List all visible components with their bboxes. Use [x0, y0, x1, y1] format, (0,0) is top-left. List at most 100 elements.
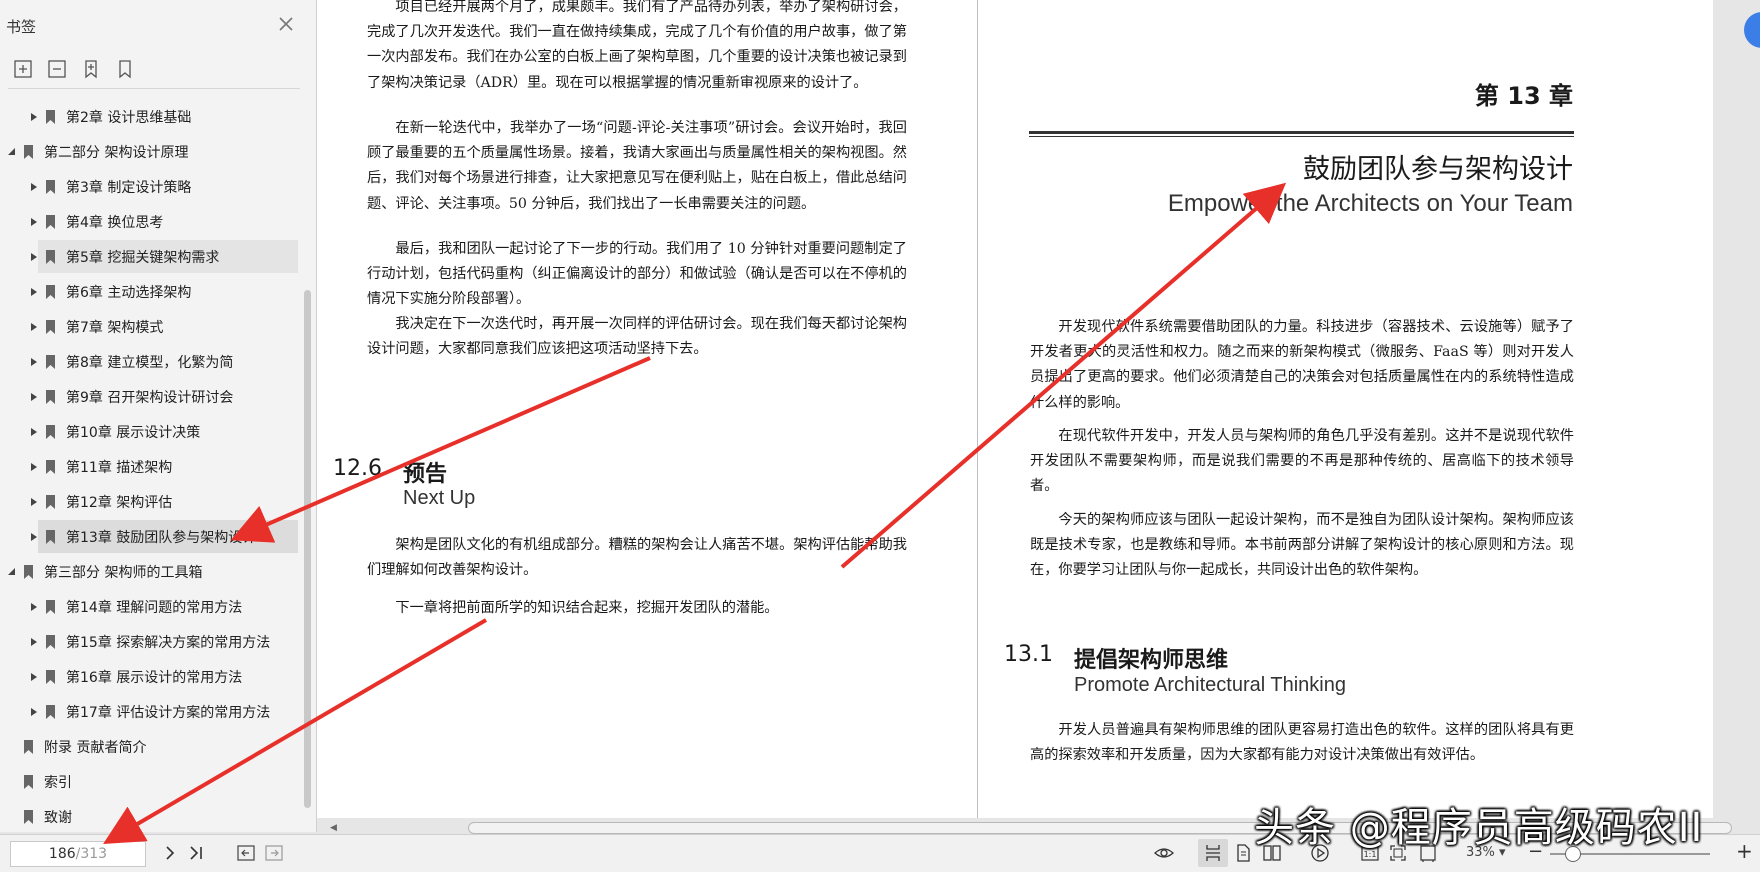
paragraph: 在新一轮迭代中，我举办了一场“问题-评论-关注事项”研讨会。会议开始时，我回顾了… — [367, 120, 907, 212]
collapsed-triangle-icon[interactable] — [28, 321, 40, 333]
collapsed-triangle-icon[interactable] — [28, 286, 40, 298]
bookmark-icon — [24, 564, 33, 579]
bookmark-item[interactable]: 第3章 制定设计策略 — [0, 169, 300, 204]
bookmark-item-label: 第17章 评估设计方案的常用方法 — [66, 704, 271, 721]
chapter-title: 鼓励团队参与架构设计 — [1303, 154, 1573, 185]
bookmark-icon — [46, 634, 55, 649]
divider — [8, 88, 300, 89]
collapsed-triangle-icon[interactable] — [28, 356, 40, 368]
scroll-left-icon[interactable]: ◀ — [330, 823, 337, 833]
bookmark-icon — [46, 109, 55, 124]
bookmark-item-label: 第5章 挖掘关键架构需求 — [66, 249, 220, 266]
bookmark-item-label: 致谢 — [44, 809, 72, 826]
collapsed-triangle-icon[interactable] — [28, 706, 40, 718]
bookmark-item[interactable]: 索引 — [0, 764, 300, 799]
collapsed-triangle-icon[interactable] — [28, 181, 40, 193]
eye-icon[interactable] — [1154, 843, 1174, 863]
add-bookmark-icon[interactable] — [80, 58, 102, 80]
collapsed-triangle-icon[interactable] — [28, 601, 40, 613]
bookmark-item-label: 附录 贡献者简介 — [44, 739, 147, 756]
bookmark-item-label: 第三部分 架构师的工具箱 — [44, 564, 203, 581]
bookmark-item-label: 索引 — [44, 774, 72, 791]
bookmark-item-label: 第6章 主动选择架构 — [66, 284, 192, 301]
bookmark-icon — [24, 739, 33, 754]
bookmark-item[interactable]: 第6章 主动选择架构 — [0, 274, 300, 309]
bookmark-item-label: 第13章 鼓励团队参与架构设计 — [66, 529, 257, 546]
bookmark-icon — [46, 354, 55, 369]
bookmark-item-label: 第4章 换位思考 — [66, 214, 164, 231]
bookmark-item[interactable]: 第三部分 架构师的工具箱 — [0, 554, 300, 589]
forward-icon[interactable] — [264, 843, 284, 863]
paragraph: 开发人员普遍具有架构师思维的团队更容易打造出色的软件。这样的团队将具有更高的探索… — [1030, 722, 1574, 764]
bookmark-item[interactable]: 第5章 挖掘关键架构需求 — [0, 239, 300, 274]
bookmark-panel-title: 书签 — [6, 18, 37, 36]
bookmark-icon — [46, 389, 55, 404]
collapsed-triangle-icon[interactable] — [28, 496, 40, 508]
bookmark-item-label: 第8章 建立模型，化繁为简 — [66, 354, 234, 371]
collapsed-triangle-icon[interactable] — [28, 461, 40, 473]
bookmark-toolbar — [12, 58, 136, 84]
bookmark-icon — [46, 319, 55, 334]
total-pages: /313 — [75, 846, 108, 862]
bookmark-item[interactable]: 第14章 理解问题的常用方法 — [0, 589, 300, 624]
bookmark-icon — [46, 284, 55, 299]
bookmark-list: 第2章 设计思维基础 第二部分 架构设计原理第3章 制定设计策略 第4章 换位思考第… — [0, 99, 300, 834]
bookmark-panel-header: 书签 — [0, 0, 316, 52]
bookmark-item-label: 第3章 制定设计策略 — [66, 179, 192, 196]
bookmark-item[interactable]: 第10章 展示设计决策 — [0, 414, 300, 449]
collapsed-triangle-icon[interactable] — [28, 636, 40, 648]
back-icon[interactable] — [236, 843, 256, 863]
bookmark-item[interactable]: 第9章 召开架构设计研讨会 — [0, 379, 300, 414]
bookmark-item[interactable]: 第13章 鼓励团队参与架构设计 — [0, 519, 300, 554]
document-view: 项目已经开展两个月了，成果颇丰。我们有了产品待办列表，举办了架构研讨会，完成了几… — [317, 0, 1760, 818]
bookmark-icon — [46, 529, 55, 544]
paragraph: 架构是团队文化的有机组成部分。糟糕的架构会让人痛苦不堪。架构评估能帮助我们理解如… — [367, 537, 907, 579]
bookmark-item[interactable]: 第15章 探索解决方案的常用方法 — [0, 624, 300, 659]
page-number-input[interactable]: 186/313 — [10, 841, 146, 867]
expanded-triangle-icon[interactable] — [6, 566, 18, 578]
section-title: 预告 — [403, 462, 448, 487]
bookmark-icon — [46, 669, 55, 684]
paragraph: 我决定在下一次迭代时，再开展一次同样的评估研讨会。现在我们每天都讨论架构设计问题… — [367, 316, 907, 358]
bookmark-item[interactable]: 第7章 架构模式 — [0, 309, 300, 344]
bookmark-item-label: 第14章 理解问题的常用方法 — [66, 599, 243, 616]
expand-all-icon[interactable] — [12, 58, 34, 80]
collapsed-triangle-icon[interactable] — [28, 391, 40, 403]
single-page-icon[interactable] — [1233, 843, 1253, 863]
bookmark-icon — [46, 179, 55, 194]
spacer-icon — [6, 741, 18, 753]
collapsed-triangle-icon[interactable] — [28, 216, 40, 228]
bookmark-item[interactable]: 第12章 架构评估 — [0, 484, 300, 519]
bookmark-item[interactable]: 第二部分 架构设计原理 — [0, 134, 300, 169]
continuous-view-icon[interactable] — [1203, 843, 1223, 863]
section-title-english: Next Up — [403, 487, 476, 509]
collapsed-triangle-icon[interactable] — [28, 531, 40, 543]
bookmark-icon — [46, 494, 55, 509]
collapsed-triangle-icon[interactable] — [28, 671, 40, 683]
bookmark-item[interactable]: 第8章 建立模型，化繁为简 — [0, 344, 300, 379]
paragraph: 在现代软件开发中，开发人员与架构师的角色几乎没有差别。这并不是说现代软件开发团队… — [1030, 428, 1574, 495]
collapsed-triangle-icon[interactable] — [28, 426, 40, 438]
bookmark-item[interactable]: 第4章 换位思考 — [0, 204, 300, 239]
collapse-all-icon[interactable] — [46, 58, 68, 80]
bookmark-item[interactable]: 附录 贡献者简介 — [0, 729, 300, 764]
bookmark-item[interactable]: 第17章 评估设计方案的常用方法 — [0, 694, 300, 729]
bookmark-icon — [46, 704, 55, 719]
spacer-icon — [6, 811, 18, 823]
page-right: 第 13 章 鼓励团队参与架构设计 Empower the Architects… — [978, 0, 1713, 818]
bookmark-item[interactable]: 第11章 描述架构 — [0, 449, 300, 484]
collapsed-triangle-icon[interactable] — [28, 111, 40, 123]
close-icon[interactable] — [276, 14, 296, 34]
bookmark-item[interactable]: 致谢 — [0, 799, 300, 834]
next-page-icon[interactable] — [160, 843, 180, 863]
collapsed-triangle-icon[interactable] — [28, 251, 40, 263]
expanded-triangle-icon[interactable] — [6, 146, 18, 158]
bookmark-item[interactable]: 第2章 设计思维基础 — [0, 99, 300, 134]
bookmark-item[interactable]: 第16章 展示设计的常用方法 — [0, 659, 300, 694]
bookmark-icon — [24, 809, 33, 824]
last-page-icon[interactable] — [186, 843, 206, 863]
bookmark-icon — [46, 424, 55, 439]
zoom-in-button[interactable]: + — [1736, 839, 1753, 863]
sidebar-scrollbar[interactable] — [304, 290, 311, 808]
bookmark-icon[interactable] — [114, 58, 136, 80]
